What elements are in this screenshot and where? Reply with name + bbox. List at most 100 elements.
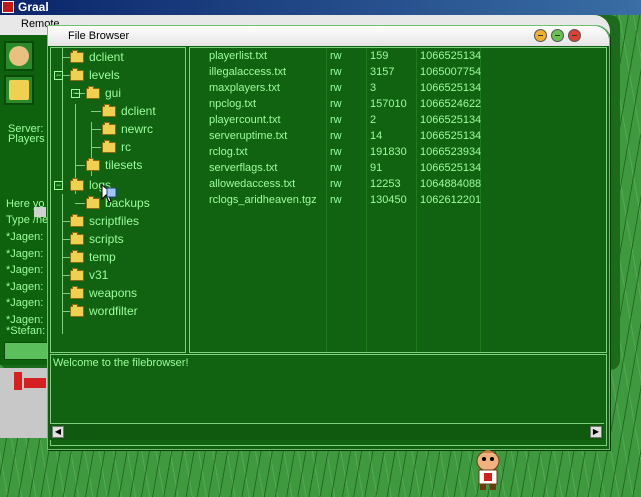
chat-line: *Jagen: [6, 264, 44, 276]
tree-line [62, 75, 70, 76]
tree-item-label: tilesets [105, 158, 143, 172]
tree-line [62, 57, 70, 58]
chat-line: Type /he [6, 214, 49, 226]
tree-item-label: levels [89, 68, 120, 82]
tree-line [91, 147, 101, 148]
collapse-gui-toggle[interactable]: − [71, 89, 80, 98]
file-size: 191830 [370, 146, 407, 158]
file-row[interactable]: npclog.txt rw 157010 1066524622 [190, 97, 606, 113]
file-modified: 1062612201 [420, 194, 482, 206]
tree-item-label: scripts [89, 232, 124, 246]
tree-item-label: gui [105, 86, 122, 100]
file-row[interactable]: illegalaccess.txt rw 3157 1065007754 [190, 65, 606, 81]
folder-icon [70, 214, 84, 227]
tree-item-label: weapons [89, 286, 138, 300]
tree-line [75, 203, 85, 204]
tree-line [62, 311, 70, 312]
file-row[interactable]: allowedaccess.txt rw 12253 1064884088 [190, 177, 606, 193]
tree-line [62, 48, 63, 185]
file-size: 2 [370, 114, 377, 126]
chat-line: *Jagen: [6, 281, 44, 293]
tree-line [62, 221, 70, 222]
file-modified: 1066525134 [420, 130, 482, 142]
file-modified: 1066525134 [420, 82, 482, 94]
file-permissions: rw [330, 146, 342, 158]
tree-line [62, 293, 70, 294]
chat-input[interactable] [4, 342, 50, 360]
red-sign [24, 378, 46, 388]
file-browser-window: File Browser − − − dclient levels gui dc… [47, 25, 610, 450]
file-size: 130450 [370, 194, 407, 206]
file-modified: 1066525134 [420, 50, 482, 62]
file-name: rclog.txt [209, 146, 248, 158]
file-row[interactable]: playerlist.txt rw 159 1066525134 [190, 49, 606, 65]
file-size: 159 [370, 50, 389, 62]
file-browser-title: File Browser [68, 30, 130, 42]
maximize-button[interactable] [551, 29, 564, 42]
close-button[interactable] [568, 29, 581, 42]
file-size: 157010 [370, 98, 407, 110]
file-modified: 1066524622 [420, 98, 482, 110]
tree-item-label: temp [89, 250, 116, 264]
file-permissions: rw [330, 194, 342, 206]
file-size: 3157 [370, 66, 395, 78]
file-row[interactable]: playercount.txt rw 2 1066525134 [190, 113, 606, 129]
drag-cursor-icon [101, 184, 117, 203]
folder-icon [86, 158, 100, 171]
file-modified: 1065007754 [420, 66, 482, 78]
tree-item-label: dclient [89, 50, 124, 64]
file-name: rclogs_aridheaven.tgz [209, 194, 317, 206]
tree-line [62, 257, 70, 258]
tree-item-label: newrc [121, 122, 154, 136]
folder-open-icon [86, 86, 100, 99]
tree-line [62, 194, 63, 334]
file-permissions: rw [330, 98, 342, 110]
scroll-left-arrow-icon[interactable]: ◀ [52, 426, 64, 438]
log-message: Welcome to the filebrowser! [53, 357, 189, 369]
app-titlebar: Graal [0, 0, 641, 15]
collapse-logs-toggle[interactable]: − [54, 181, 63, 190]
tree-line [91, 129, 101, 130]
tree-item-label: rc [121, 140, 131, 154]
chat-line: Here yo [6, 198, 45, 210]
tree-line [62, 239, 70, 240]
player-character [476, 450, 500, 490]
folder-icon [70, 250, 84, 263]
file-permissions: rw [330, 162, 342, 174]
file-size: 91 [370, 162, 383, 174]
file-modified: 1066523934 [420, 146, 482, 158]
file-list[interactable]: playerlist.txt rw 159 1066525134 illegalacc… [189, 47, 607, 353]
folder-icon [102, 104, 116, 117]
folder-icon [86, 196, 100, 209]
file-row[interactable]: rclog.txt rw 191830 1066523934 [190, 145, 606, 161]
remote-sidebar: Server: Players Here yo Type /he *Jagen:… [0, 35, 48, 365]
horizontal-scrollbar[interactable]: ◀ ▶ [50, 423, 604, 440]
folder-icon [70, 232, 84, 245]
collapse-levels-toggle[interactable]: − [54, 71, 63, 80]
file-permissions: rw [330, 82, 342, 94]
folder-open-icon [70, 68, 84, 81]
minimize-button[interactable] [534, 29, 547, 42]
folder-open-icon [70, 178, 84, 191]
players-button[interactable] [4, 41, 34, 71]
tree-item-label: v31 [89, 268, 109, 282]
filebrowser-button[interactable] [4, 75, 34, 105]
chat-line: *Jagen: [6, 297, 44, 309]
folder-icon [102, 122, 116, 135]
file-size: 14 [370, 130, 383, 142]
file-row[interactable]: rclogs_aridheaven.tgz rw 130450 1062612201 [190, 193, 606, 209]
folder-tree[interactable]: − − − dclient levels gui dclient newrc r… [50, 47, 186, 353]
file-row[interactable]: maxplayers.txt rw 3 1066525134 [190, 81, 606, 97]
scroll-right-arrow-icon[interactable]: ▶ [590, 426, 602, 438]
file-size: 3 [370, 82, 377, 94]
app-icon [2, 1, 14, 13]
file-browser-titlebar[interactable]: File Browser [48, 26, 609, 46]
file-permissions: rw [330, 66, 342, 78]
chat-line: *Stefan: [6, 325, 46, 337]
file-row[interactable]: serveruptime.txt rw 14 1066525134 [190, 129, 606, 145]
file-name: allowedaccess.txt [209, 178, 296, 190]
tree-line [91, 111, 101, 112]
file-name: playerlist.txt [209, 50, 268, 62]
file-row[interactable]: serverflags.txt rw 91 1066525134 [190, 161, 606, 177]
file-size: 12253 [370, 178, 401, 190]
